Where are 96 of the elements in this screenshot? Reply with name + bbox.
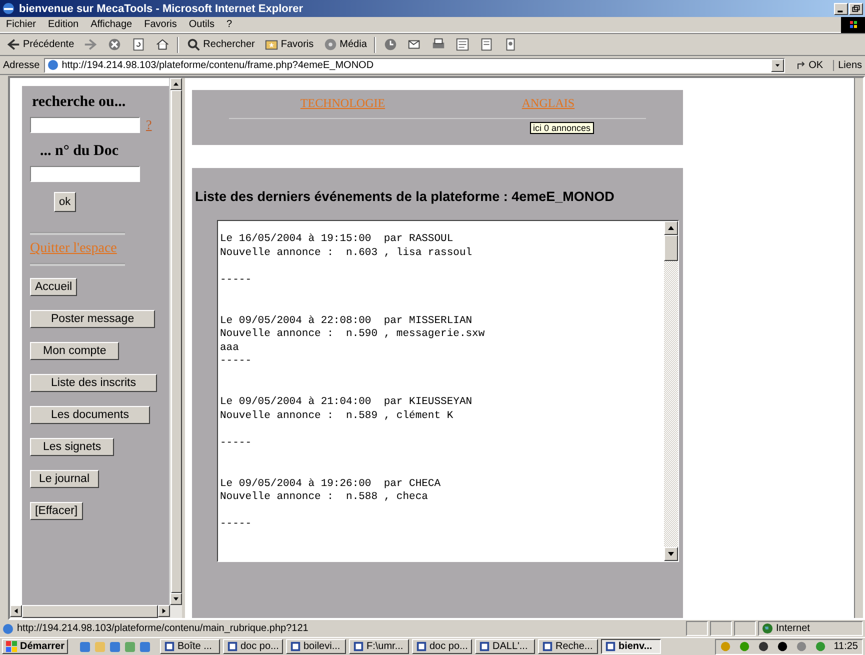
nav-button[interactable]: Liste des inscrits	[30, 374, 158, 392]
back-arrow-icon	[6, 37, 21, 52]
clock: 11:25	[834, 641, 858, 652]
ok-button[interactable]: ok	[54, 192, 76, 212]
document-icon	[227, 641, 238, 652]
toolbar-button[interactable]: Favoris	[262, 36, 316, 54]
scroll-left-icon[interactable]	[10, 605, 22, 617]
log-separator: -----	[220, 274, 253, 288]
doc-number-label: ... n° du Doc	[40, 143, 119, 160]
home-icon	[155, 37, 170, 52]
taskbar-button[interactable]: boilevi...	[286, 639, 346, 654]
scrollbar-thumb[interactable]	[664, 235, 678, 261]
menu-item[interactable]: Favoris	[144, 19, 177, 30]
tooltip: ici 0 annonces	[530, 122, 594, 134]
log-entry-text: Nouvelle annonce : n.588 , checa	[220, 491, 429, 505]
document-icon	[454, 37, 470, 52]
window-title: bienvenue sur MecaTools - Microsoft Internet Explorer	[19, 2, 304, 14]
log-entry-header: Le 09/05/2004 à 21:04:00 par KIEUSSEYAN	[220, 396, 474, 410]
menu-item[interactable]: Edition	[48, 19, 79, 30]
taskbar-button[interactable]: doc po...	[412, 639, 472, 654]
forward-arrow-icon	[83, 37, 98, 52]
windows-logo-icon	[6, 641, 18, 652]
links-button[interactable]: Liens	[833, 60, 862, 70]
tray-icon[interactable]	[758, 641, 769, 652]
log-entry-note: aaa	[220, 342, 240, 356]
document-icon	[164, 641, 176, 652]
nav-button[interactable]: Le journal	[30, 470, 99, 488]
search-field[interactable]	[30, 117, 140, 133]
document-icon	[353, 641, 364, 652]
tray-icon[interactable]	[776, 641, 788, 652]
nav-button[interactable]: Poster message	[30, 310, 156, 328]
address-field[interactable]: http://194.214.98.103/plateforme/contenu/frame.php?4emeE_MONOD	[44, 58, 785, 72]
toolbar-button[interactable]: Précédente	[4, 36, 76, 54]
nav-button[interactable]: Mon compte	[30, 342, 120, 360]
events-title: Liste des derniers événements de la plateforme : 4emeE_MONOD	[195, 189, 616, 204]
scroll-up-icon[interactable]	[170, 78, 182, 90]
menu-item[interactable]: Fichier	[6, 19, 36, 30]
events-log-area[interactable]	[217, 220, 679, 562]
scroll-up-icon[interactable]	[664, 221, 678, 235]
log-entry-header: Le 16/05/2004 à 19:15:00 par RASSOUL	[220, 233, 454, 247]
disc-icon	[322, 37, 338, 52]
browser-icon	[2, 2, 15, 15]
log-separator: -----	[220, 436, 253, 450]
menu-item[interactable]: Affichage	[90, 19, 132, 30]
search-icon	[186, 37, 202, 52]
page-icon	[46, 59, 59, 71]
address-label: Adresse	[3, 60, 40, 70]
go-arrow-icon	[794, 59, 807, 71]
quick-launch-icon[interactable]	[139, 640, 152, 652]
toolbar-button[interactable]: Rechercher	[184, 36, 257, 54]
page-icon	[478, 37, 494, 52]
clock-icon	[382, 37, 398, 52]
log-entry-text: Nouvelle annonce : n.590 , messagerie.sxw	[220, 328, 486, 342]
quick-launch-icon[interactable]	[79, 640, 92, 652]
refresh-icon	[131, 37, 146, 52]
start-button[interactable]: Démarrer	[2, 639, 68, 654]
scroll-down-icon[interactable]	[170, 593, 182, 605]
log-separator: -----	[220, 355, 253, 369]
status-url: http://194.214.98.103/plateforme/contenu/main_rubrique.php?121	[17, 623, 308, 634]
log-entry-header: Le 09/05/2004 à 19:26:00 par CHECA	[220, 478, 442, 491]
document-icon	[605, 641, 616, 652]
nav-button[interactable]: Accueil	[30, 278, 78, 296]
document-icon	[479, 641, 490, 652]
scrollbar-thumb[interactable]	[171, 90, 182, 593]
taskbar-button[interactable]: doc po...	[223, 639, 284, 654]
document-icon	[542, 641, 554, 652]
scroll-down-icon[interactable]	[664, 547, 678, 561]
go-button[interactable]: OK	[788, 58, 830, 72]
search-label: recherche ou...	[32, 94, 126, 111]
nav-button[interactable]: [Effacer]	[30, 502, 83, 520]
document-icon	[290, 641, 302, 652]
taskbar-button[interactable]: DALL'...	[475, 639, 536, 654]
scroll-right-icon[interactable]	[158, 605, 170, 617]
log-entry-header: Le 09/05/2004 à 22:08:00 par MISSERLIAN	[220, 314, 474, 328]
log-separator: -----	[220, 518, 253, 532]
quick-launch-icon[interactable]	[109, 640, 122, 652]
taskbar-button[interactable]: Boîte ...	[160, 639, 220, 654]
zone-label: Internet	[776, 623, 810, 634]
doc-number-field[interactable]	[30, 166, 140, 182]
document-icon	[416, 641, 428, 652]
menu-item[interactable]: Outils	[188, 19, 214, 30]
log-entry-text: Nouvelle annonce : n.603 , lisa rassoul	[220, 246, 474, 260]
restore-button[interactable]	[849, 2, 863, 14]
nav-button[interactable]: Les signets	[30, 438, 114, 456]
taskbar-button[interactable]: Reche...	[538, 639, 598, 654]
stop-icon	[107, 37, 122, 52]
nav-button[interactable]: Les documents	[30, 406, 150, 424]
globe-icon	[762, 623, 773, 634]
taskbar-button[interactable]: bienv...	[601, 639, 662, 654]
minimize-button[interactable]	[834, 2, 848, 14]
log-entry-text: Nouvelle annonce : n.589 , clément K	[220, 410, 454, 424]
toolbar-button[interactable]: Média	[320, 36, 369, 54]
taskbar-button[interactable]: F:\umr...	[349, 639, 410, 654]
menu-item[interactable]: ?	[226, 19, 232, 30]
scrollbar-thumb[interactable]	[22, 605, 158, 618]
page-icon	[2, 622, 14, 634]
